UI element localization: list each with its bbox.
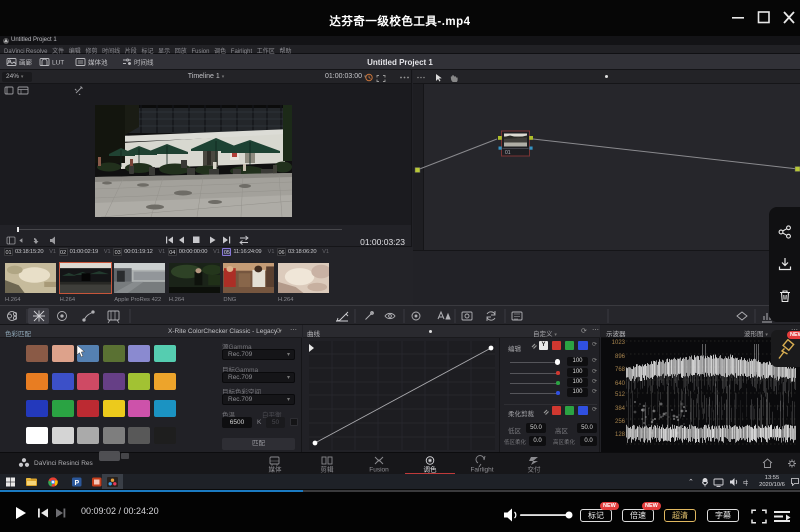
svg-text:媒体: 媒体 — [269, 465, 283, 474]
svg-text:交付: 交付 — [528, 465, 542, 474]
svg-text:01: 01 — [505, 150, 511, 156]
svg-text:剪辑: 剪辑 — [321, 465, 335, 474]
svg-text:Fusion: Fusion — [369, 467, 389, 474]
svg-text:中: 中 — [743, 478, 748, 487]
svg-text:Fairlight: Fairlight — [470, 467, 493, 474]
svg-text:P: P — [74, 480, 79, 487]
